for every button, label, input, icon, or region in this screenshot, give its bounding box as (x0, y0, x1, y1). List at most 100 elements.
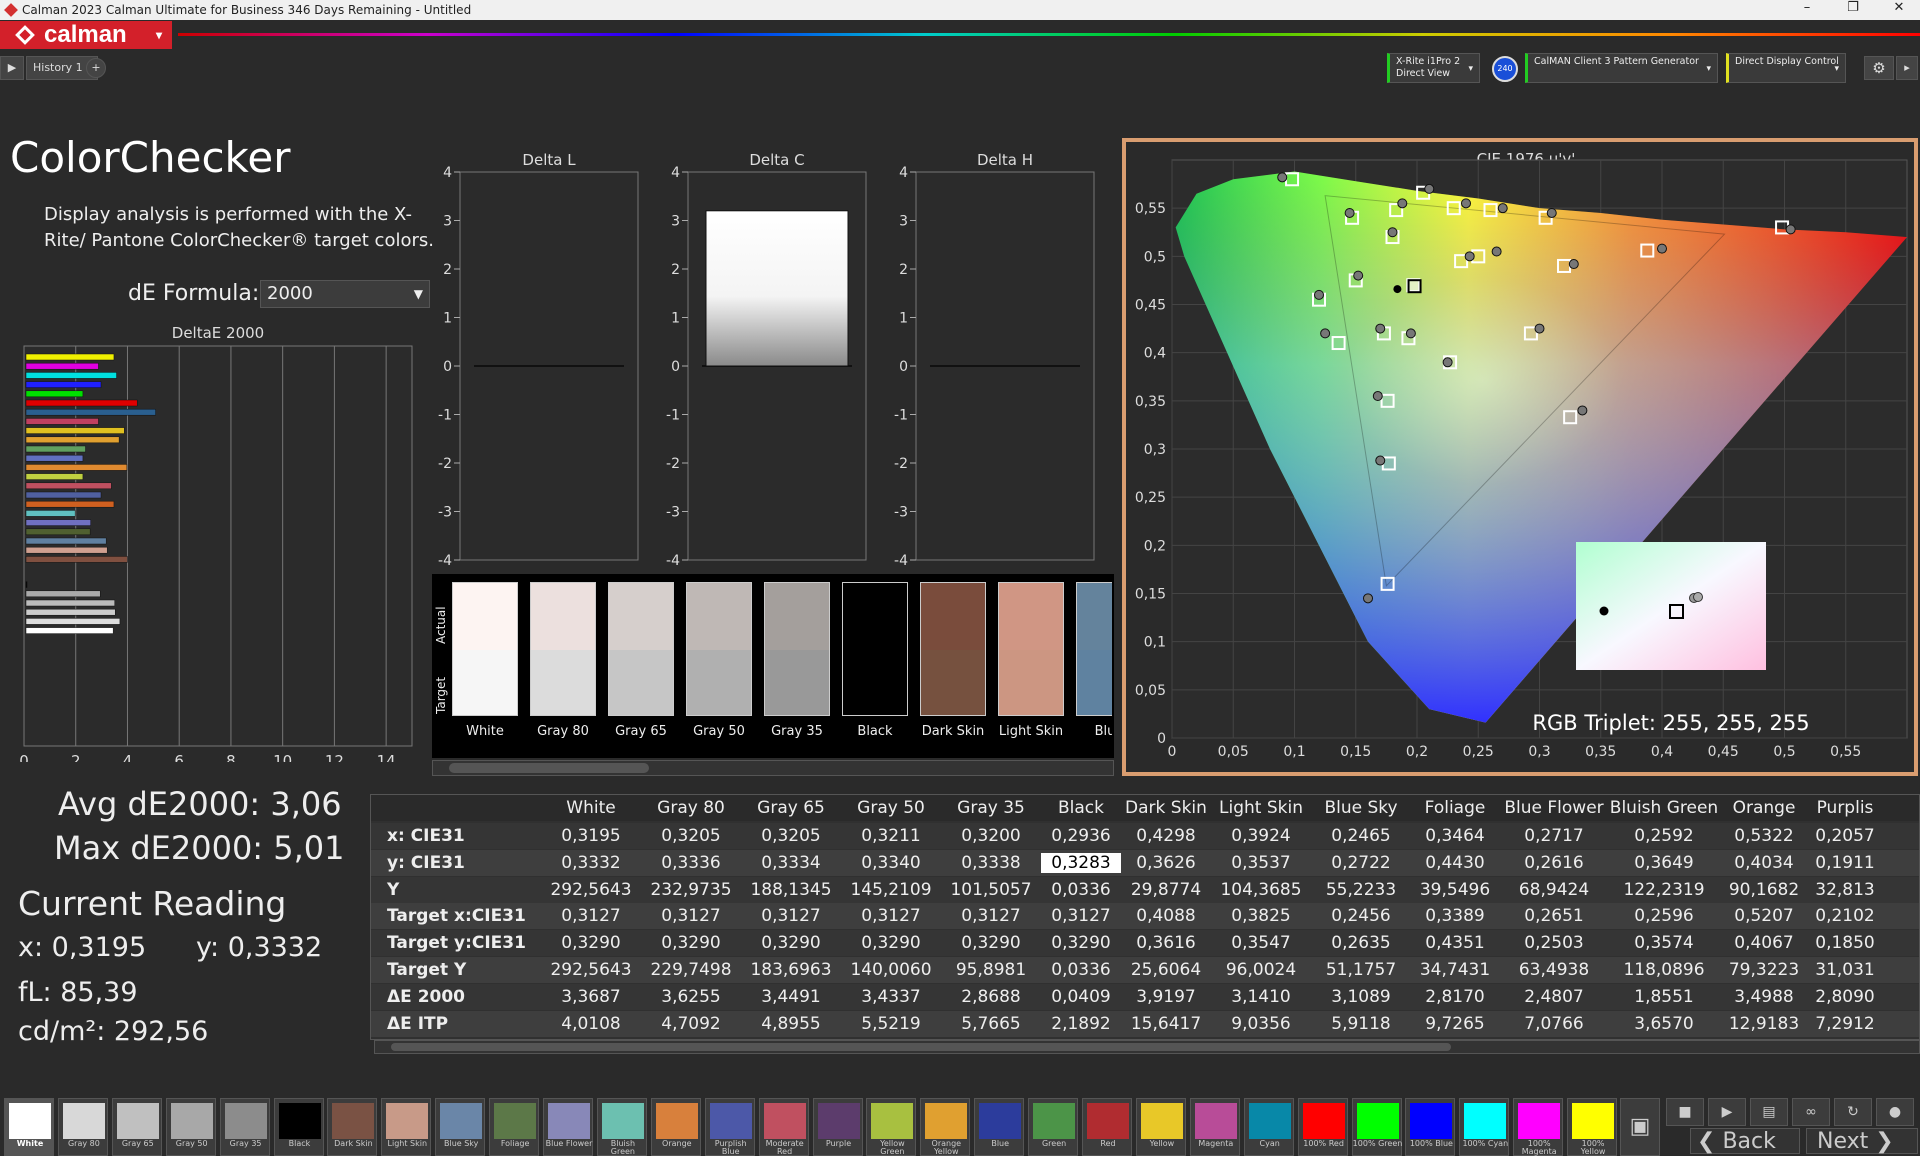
patch-button[interactable]: Green (1028, 1098, 1079, 1156)
patch-button[interactable]: Moderate Red (758, 1098, 809, 1156)
swatch-scrollbar[interactable] (432, 760, 1114, 776)
table-cell[interactable]: 0,3924 (1211, 826, 1311, 846)
play-icon[interactable]: ▶ (1708, 1098, 1746, 1126)
table-cell[interactable]: 0,2616 (1499, 853, 1609, 873)
patch-button[interactable]: Red (1082, 1098, 1132, 1156)
patch-button[interactable]: Gray 65 (111, 1098, 162, 1156)
table-cell[interactable]: 0,2722 (1311, 853, 1411, 873)
patch-button[interactable]: 100% Cyan (1459, 1098, 1510, 1156)
table-cell[interactable]: 31,031 (1809, 960, 1881, 980)
refresh-rate-badge[interactable]: 240 (1492, 56, 1518, 82)
refresh-icon[interactable]: ↻ (1834, 1098, 1872, 1126)
table-cell[interactable]: 292,5643 (541, 880, 641, 900)
table-cell[interactable]: 3,1410 (1211, 987, 1311, 1007)
patch-button[interactable]: Gray 35 (219, 1098, 270, 1156)
patch-button[interactable]: Yellow Green (866, 1098, 917, 1156)
table-cell[interactable]: 0,4351 (1411, 933, 1499, 953)
table-cell[interactable]: 15,6417 (1121, 1014, 1211, 1034)
table-cell[interactable]: 0,3464 (1411, 826, 1499, 846)
stop-icon[interactable]: ■ (1666, 1098, 1704, 1126)
patch-button[interactable]: White (4, 1098, 54, 1156)
table-cell[interactable]: 0,3290 (841, 933, 941, 953)
table-cell[interactable]: 0,1911 (1809, 853, 1881, 873)
table-cell[interactable]: 140,0060 (841, 960, 941, 980)
table-cell[interactable]: 229,7498 (641, 960, 741, 980)
patch-button[interactable]: Foliage (489, 1098, 540, 1156)
table-cell[interactable]: 0,3127 (1041, 906, 1121, 926)
table-cell[interactable]: 0,3205 (741, 826, 841, 846)
table-cell[interactable]: 0,3825 (1211, 906, 1311, 926)
patch-button[interactable]: Cyan (1243, 1098, 1294, 1156)
table-cell[interactable]: 2,8170 (1411, 987, 1499, 1007)
table-cell[interactable]: 0,2503 (1499, 933, 1609, 953)
table-cell[interactable]: 32,813 (1809, 880, 1881, 900)
patch-button[interactable]: Orange (650, 1098, 701, 1156)
table-cell[interactable]: 90,1682 (1719, 880, 1809, 900)
table-cell[interactable]: 0,4430 (1411, 853, 1499, 873)
table-cell[interactable]: 0,3340 (841, 853, 941, 873)
table-cell[interactable]: 34,7431 (1411, 960, 1499, 980)
table-cell[interactable]: 0,3547 (1211, 933, 1311, 953)
table-cell[interactable]: 29,8774 (1121, 880, 1211, 900)
patch-button[interactable]: 100% Magenta (1513, 1098, 1564, 1156)
patch-button[interactable]: Black (273, 1098, 324, 1156)
table-cell[interactable]: 2,8688 (941, 987, 1041, 1007)
table-cell[interactable]: 3,9197 (1121, 987, 1211, 1007)
table-cell[interactable]: 0,3205 (641, 826, 741, 846)
patch-button[interactable]: Gray 80 (57, 1098, 108, 1156)
patch-button[interactable]: 100% Green (1351, 1098, 1402, 1156)
table-cell[interactable]: 0,4067 (1719, 933, 1809, 953)
table-cell[interactable]: 122,2319 (1609, 880, 1719, 900)
table-cell[interactable]: 4,7092 (641, 1014, 741, 1034)
patch-button[interactable]: 100% Blue (1405, 1098, 1456, 1156)
patch-button[interactable]: 100% Yellow (1567, 1098, 1618, 1156)
table-cell[interactable]: 0,3195 (541, 826, 641, 846)
table-cell[interactable]: 0,3574 (1609, 933, 1719, 953)
table-cell[interactable]: 3,4988 (1719, 987, 1809, 1007)
meter-device-selector[interactable]: X-Rite i1Pro 2 Direct View ▾ (1387, 53, 1480, 83)
table-cell[interactable]: 5,5219 (841, 1014, 941, 1034)
patch-button[interactable]: Magenta (1189, 1098, 1240, 1156)
patch-button[interactable]: Dark Skin (327, 1098, 378, 1156)
table-cell[interactable]: 3,1089 (1311, 987, 1411, 1007)
table-cell[interactable]: 0,3334 (741, 853, 841, 873)
table-cell[interactable]: 51,1757 (1311, 960, 1411, 980)
table-scrollbar[interactable] (374, 1040, 1920, 1054)
table-cell[interactable]: 0,3332 (541, 853, 641, 873)
table-cell[interactable]: 0,5207 (1719, 906, 1809, 926)
table-cell[interactable]: 0,3389 (1411, 906, 1499, 926)
table-cell[interactable]: 1,8551 (1609, 987, 1719, 1007)
display-control-selector[interactable]: Direct Display Control ▾ (1726, 53, 1846, 83)
table-cell[interactable]: 0,3649 (1609, 853, 1719, 873)
table-cell[interactable]: 3,6570 (1609, 1014, 1719, 1034)
table-cell[interactable]: 3,6255 (641, 987, 741, 1007)
table-cell[interactable]: 0,3336 (641, 853, 741, 873)
table-cell[interactable]: 0,2102 (1809, 906, 1881, 926)
table-cell[interactable]: 104,3685 (1211, 880, 1311, 900)
table-cell[interactable]: 9,0356 (1211, 1014, 1311, 1034)
table-cell[interactable]: 0,2936 (1041, 826, 1121, 846)
table-cell[interactable]: 0,3127 (941, 906, 1041, 926)
table-cell[interactable]: 9,7265 (1411, 1014, 1499, 1034)
table-cell[interactable]: 0,3127 (741, 906, 841, 926)
table-cell[interactable]: 55,2233 (1311, 880, 1411, 900)
settings-gear-icon[interactable]: ⚙ (1864, 56, 1894, 80)
patch-button[interactable]: Yellow (1135, 1098, 1186, 1156)
stop-measure-icon[interactable]: ▣ (1620, 1098, 1660, 1156)
back-button[interactable]: ❮ Back (1690, 1128, 1800, 1154)
calman-menu-button[interactable]: calman ▾ (0, 21, 172, 49)
table-cell[interactable]: 0,0409 (1041, 987, 1121, 1007)
play-icon[interactable]: ▶ (0, 56, 24, 80)
table-cell[interactable]: 0,3537 (1211, 853, 1311, 873)
table-cell[interactable]: 0,3290 (741, 933, 841, 953)
table-cell[interactable]: 118,0896 (1609, 960, 1719, 980)
table-cell[interactable]: 3,4491 (741, 987, 841, 1007)
table-cell[interactable]: 0,3290 (1041, 933, 1121, 953)
table-cell[interactable]: 3,3687 (541, 987, 641, 1007)
table-cell[interactable]: 0,3290 (541, 933, 641, 953)
table-cell[interactable]: 188,1345 (741, 880, 841, 900)
patch-button[interactable]: Gray 50 (165, 1098, 216, 1156)
add-tab-icon[interactable]: + (86, 58, 106, 78)
table-cell[interactable]: 7,2912 (1809, 1014, 1881, 1034)
table-cell[interactable]: 2,4807 (1499, 987, 1609, 1007)
